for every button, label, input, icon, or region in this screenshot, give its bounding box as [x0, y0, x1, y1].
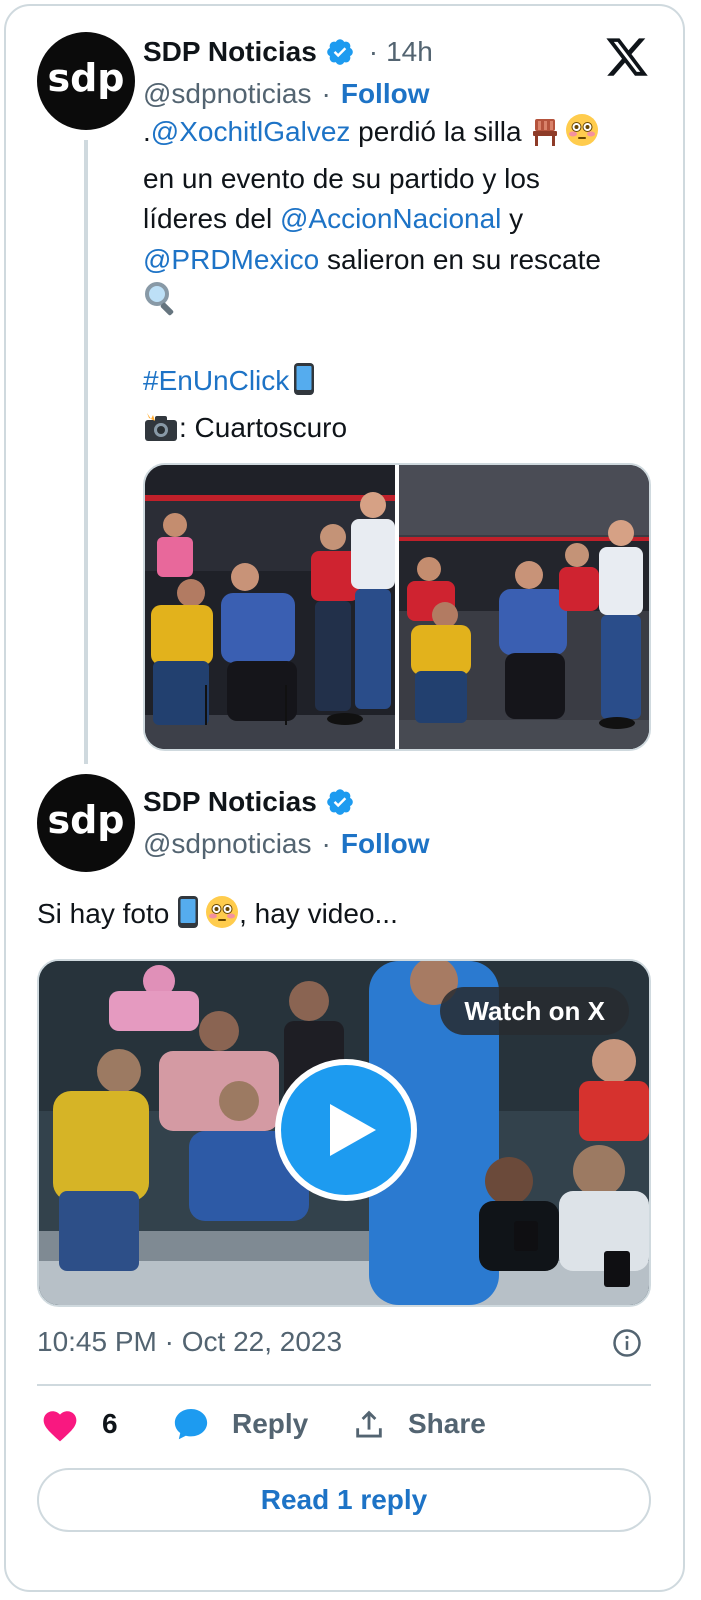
text-fragment: perdió la silla: [350, 116, 530, 147]
text-fragment: salieron en su rescate: [319, 243, 601, 275]
tweet-header: SDP Noticias · 14h: [143, 36, 433, 68]
timestamp[interactable]: 10:45 PM · Oct 22, 2023: [37, 1324, 342, 1360]
tweet-embed-card: sdp SDP Noticias · 14h @sdpnoticias · Fo…: [4, 4, 685, 1592]
handle-row: @sdpnoticias · Follow: [143, 828, 430, 860]
flushed-face-icon: [205, 895, 239, 941]
tweet-header: SDP Noticias: [143, 782, 355, 822]
tweet-text: .@XochitlGalvez perdió la silla en un ev…: [143, 112, 663, 454]
share-button[interactable]: Share: [352, 1404, 486, 1444]
text-fragment: .: [143, 116, 151, 147]
read-replies-button[interactable]: Read 1 reply: [37, 1468, 651, 1532]
photo-grid: [143, 463, 651, 751]
share-label: Share: [408, 1408, 486, 1439]
handle-row: @sdpnoticias · Follow: [143, 78, 430, 110]
reply-bubble-icon: [174, 1408, 208, 1440]
handle[interactable]: @sdpnoticias: [143, 828, 312, 860]
mobile-phone-icon: [293, 362, 315, 408]
mention-link[interactable]: @XochitlGalvez: [151, 116, 351, 147]
divider: [37, 1384, 651, 1386]
like-count: 6: [102, 1408, 118, 1439]
photo-right[interactable]: [399, 465, 649, 749]
video-player[interactable]: Watch on X: [37, 959, 651, 1307]
text-line: en un evento de su partido y los: [143, 162, 540, 194]
info-icon[interactable]: [612, 1328, 642, 1358]
text-fragment: Si hay foto: [37, 898, 178, 929]
share-icon: [356, 1410, 382, 1438]
hashtag-link[interactable]: #EnUnClick: [143, 365, 289, 396]
like-button[interactable]: 6: [40, 1404, 118, 1444]
mention-link[interactable]: @AccionNacional: [280, 203, 501, 234]
x-logo-icon[interactable]: [604, 34, 650, 80]
tweet-text: Si hay foto , hay video...: [37, 894, 398, 941]
avatar-text: sdp: [47, 56, 125, 100]
follow-button[interactable]: Follow: [341, 78, 430, 110]
follow-button[interactable]: Follow: [341, 828, 430, 860]
handle[interactable]: @sdpnoticias: [143, 78, 312, 110]
heart-icon: [43, 1411, 77, 1442]
mobile-phone-icon: [177, 895, 199, 941]
text-fragment: , hay video...: [239, 898, 398, 929]
flushed-face-icon: [565, 113, 599, 159]
play-button[interactable]: [275, 1059, 417, 1201]
text-fragment: y: [501, 203, 524, 234]
text-fragment: líderes del: [143, 203, 280, 234]
thread-line: [84, 140, 88, 764]
post-time[interactable]: 14h: [386, 36, 433, 68]
reply-button[interactable]: Reply: [172, 1404, 308, 1444]
chair-icon: [529, 115, 561, 159]
play-icon: [330, 1104, 376, 1156]
avatar[interactable]: sdp: [37, 774, 135, 872]
display-name[interactable]: SDP Noticias: [143, 36, 317, 68]
watch-on-x-button[interactable]: Watch on X: [440, 987, 629, 1035]
mention-link[interactable]: @PRDMexico: [143, 244, 319, 275]
photo-left[interactable]: [145, 465, 395, 749]
verified-badge-icon: [326, 789, 353, 815]
avatar[interactable]: sdp: [37, 32, 135, 130]
camera-flash-icon: [143, 411, 179, 455]
avatar-text: sdp: [47, 798, 125, 842]
verified-badge-icon: [326, 39, 353, 65]
photo-credit: : Cuartoscuro: [179, 411, 348, 443]
magnifier-icon: [143, 280, 179, 328]
reply-label: Reply: [232, 1408, 309, 1439]
display-name[interactable]: SDP Noticias: [143, 786, 317, 818]
